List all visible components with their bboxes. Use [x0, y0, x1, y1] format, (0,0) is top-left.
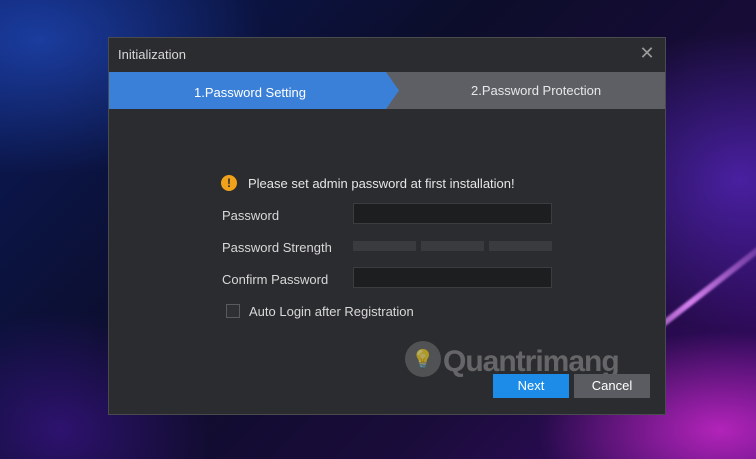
dialog-title: Initialization [118, 47, 186, 62]
password-strength-label: Password Strength [222, 240, 332, 255]
lightbulb-icon: 💡 [405, 341, 441, 377]
cancel-button[interactable]: Cancel [574, 374, 650, 398]
strength-bar-medium [421, 241, 484, 251]
step-2-label: 2.Password Protection [471, 83, 602, 98]
info-message-text: Please set admin password at first insta… [248, 176, 515, 191]
auto-login-checkbox[interactable] [226, 304, 240, 318]
auto-login-label: Auto Login after Registration [249, 304, 414, 319]
warning-icon: ! [221, 175, 237, 191]
password-label: Password [222, 208, 280, 223]
dialog-titlebar: Initialization ✕ [109, 38, 665, 71]
step-indicator: 1.Password Setting 2.Password Protection [109, 72, 665, 109]
confirm-password-label: Confirm Password [222, 272, 329, 287]
close-icon[interactable]: ✕ [637, 43, 657, 63]
confirm-password-field[interactable] [353, 267, 552, 288]
strength-bar-weak [353, 241, 416, 251]
step-1: 1.Password Setting [109, 72, 399, 109]
initialization-dialog: Initialization ✕ 1.Password Setting 2.Pa… [108, 37, 666, 415]
next-button[interactable]: Next [493, 374, 569, 398]
strength-bar-strong [489, 241, 552, 251]
password-field[interactable] [353, 203, 552, 224]
step-1-label: 1.Password Setting [194, 85, 307, 100]
